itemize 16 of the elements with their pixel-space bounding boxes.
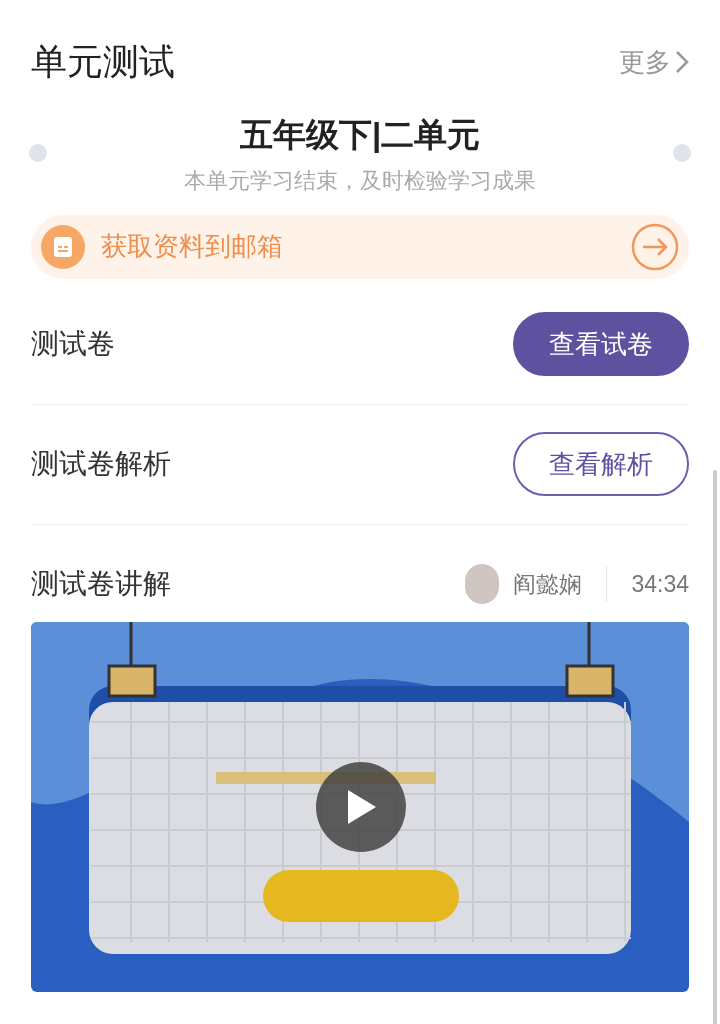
email-banner-label: 获取资料到邮箱 (101, 230, 284, 263)
teacher-name: 阎懿娴 (513, 569, 583, 599)
view-button[interactable]: 查看解析 (513, 432, 689, 496)
chevron-right-icon (675, 50, 689, 74)
document-icon (41, 224, 85, 269)
row-label: 测试卷 (31, 327, 115, 361)
unit-title: 五年级下|二单元 (239, 115, 481, 155)
row-label: 测试卷讲解 (31, 567, 171, 601)
arrow-right-icon (631, 222, 679, 271)
video-duration: 34:34 (631, 569, 689, 599)
avatar (465, 564, 500, 604)
video-cover-drawing[interactable] (31, 621, 689, 992)
section-title: 单元测试 (31, 40, 175, 84)
row-label: 测试卷解析 (31, 447, 171, 481)
view-button[interactable]: 查看试卷 (513, 312, 689, 376)
unit-subtitle: 本单元学习结束，及时检验学习成果 (184, 166, 536, 195)
